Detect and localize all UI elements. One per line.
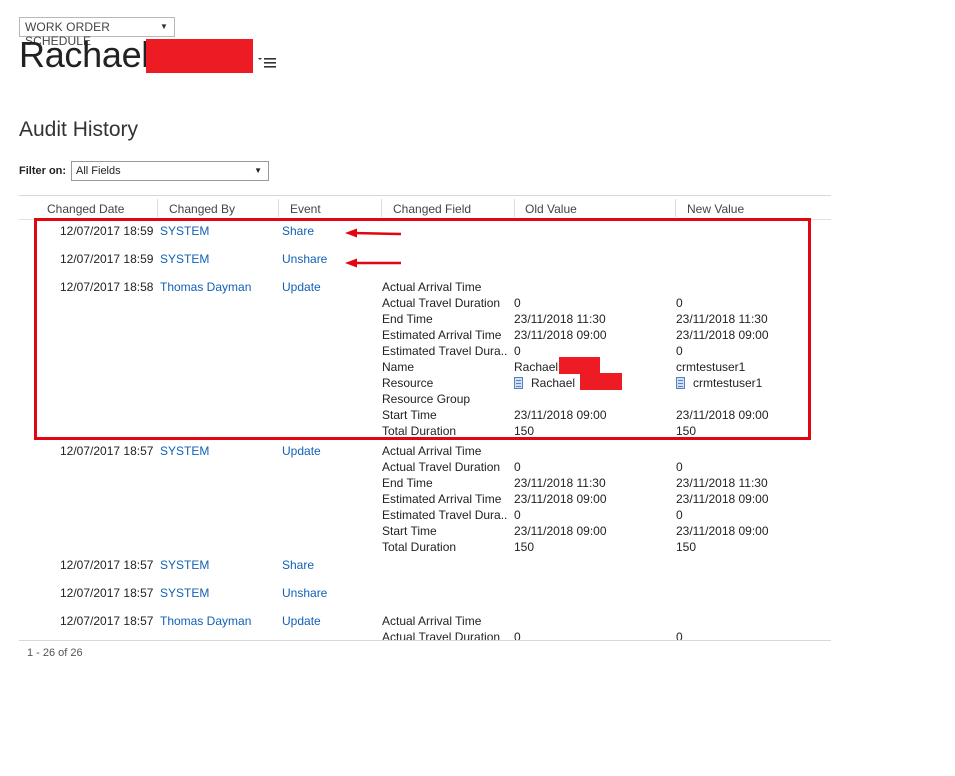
new-value: 0 xyxy=(676,508,683,522)
old-value: 23/11/2018 09:00 xyxy=(514,492,607,506)
new-values: 0 xyxy=(676,630,683,640)
changed-date: 12/07/2017 18:57 xyxy=(60,586,154,600)
changed-field: Estimated Travel Dura... xyxy=(382,508,507,522)
grid-footer-border xyxy=(19,640,831,641)
changed-fields: Actual Arrival Time Actual Travel Durati… xyxy=(382,444,507,556)
changed-date: 12/07/2017 18:57 xyxy=(60,444,154,458)
old-value: 0 xyxy=(514,508,521,522)
changed-field: Actual Travel Duration xyxy=(382,630,501,640)
new-value: 23/11/2018 11:30 xyxy=(676,476,768,490)
pager-status: 1 - 26 of 26 xyxy=(27,647,83,659)
changed-field: Actual Arrival Time xyxy=(382,444,482,458)
event-link[interactable]: Update xyxy=(282,444,321,458)
changed-field: Actual Arrival Time xyxy=(382,614,482,628)
old-values: 0 23/11/2018 11:30 23/11/2018 09:00 0 23… xyxy=(514,460,607,556)
annotation-arrow-icon xyxy=(345,258,401,268)
changed-date: 12/07/2017 18:57 xyxy=(60,614,154,628)
old-values: 0 xyxy=(514,630,521,640)
changed-field: Total Duration xyxy=(382,540,457,554)
old-value: 0 xyxy=(514,460,521,474)
new-value: 23/11/2018 09:00 xyxy=(676,492,769,506)
changed-field: Start Time xyxy=(382,524,437,538)
annotation-arrow-icon xyxy=(345,228,402,238)
changed-field: Actual Travel Duration xyxy=(382,460,501,474)
new-value: 150 xyxy=(676,540,697,554)
changed-by-link[interactable]: SYSTEM xyxy=(160,586,209,600)
new-value: 0 xyxy=(676,630,683,640)
old-value: 0 xyxy=(514,630,521,640)
annotation-highlight-box xyxy=(34,218,811,440)
old-value: 23/11/2018 11:30 xyxy=(514,476,606,490)
changed-field: End Time xyxy=(382,476,433,490)
event-link[interactable]: Share xyxy=(282,558,314,572)
new-value: 23/11/2018 09:00 xyxy=(676,524,769,538)
changed-by-link[interactable]: SYSTEM xyxy=(160,444,209,458)
new-values: 0 23/11/2018 11:30 23/11/2018 09:00 0 23… xyxy=(676,460,769,556)
old-value: 23/11/2018 09:00 xyxy=(514,524,607,538)
changed-fields: Actual Arrival Time Actual Travel Durati… xyxy=(382,614,507,640)
changed-by-link[interactable]: Thomas Dayman xyxy=(160,614,251,628)
changed-field: Estimated Arrival Time xyxy=(382,492,502,506)
old-value: 150 xyxy=(514,540,535,554)
changed-date: 12/07/2017 18:57 xyxy=(60,558,154,572)
event-link[interactable]: Unshare xyxy=(282,586,327,600)
changed-by-link[interactable]: SYSTEM xyxy=(160,558,209,572)
event-link[interactable]: Update xyxy=(282,614,321,628)
new-value: 0 xyxy=(676,460,683,474)
